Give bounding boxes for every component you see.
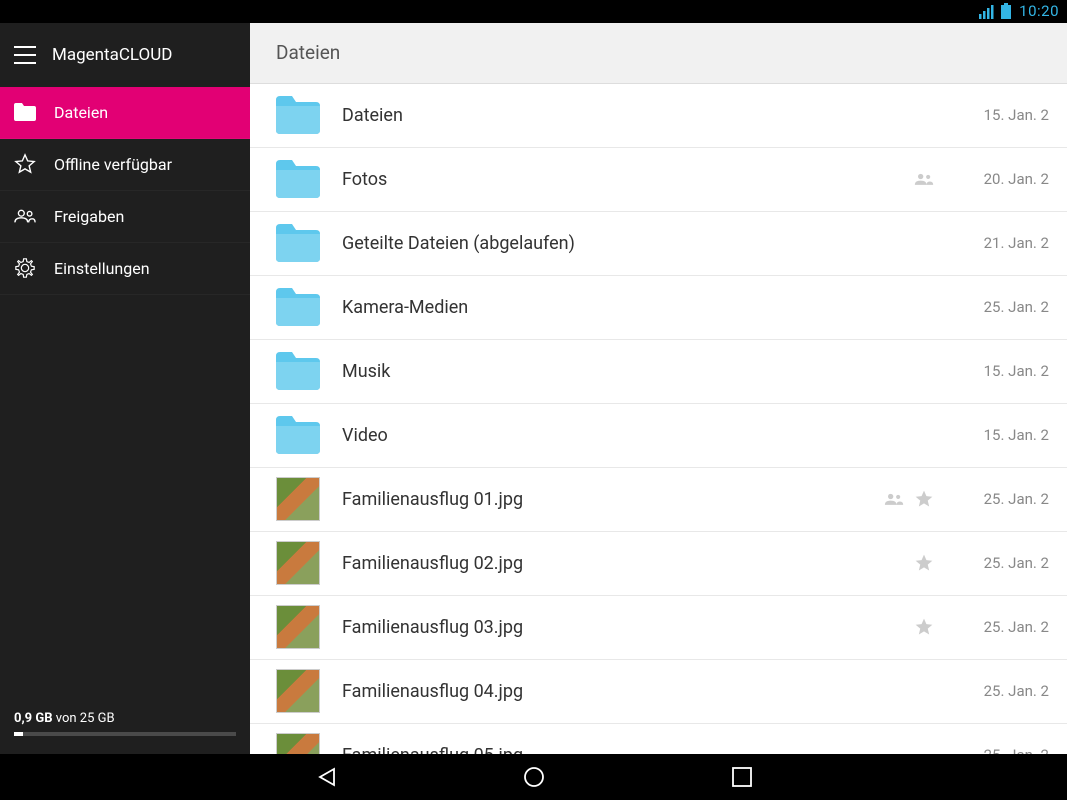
file-name: Kamera-Medien <box>342 297 944 318</box>
storage-sep: von <box>53 711 80 726</box>
home-button[interactable] <box>520 763 548 791</box>
battery-icon <box>1001 3 1011 19</box>
shared-icon <box>914 169 934 189</box>
file-meta: 25. Jan. 2 <box>944 682 1049 700</box>
recent-button[interactable] <box>728 763 756 791</box>
file-name: Familienausflug 02.jpg <box>342 553 914 574</box>
file-name: Dateien <box>342 105 944 126</box>
folder-icon <box>276 221 320 265</box>
people-icon <box>14 205 36 227</box>
folder-icon <box>276 157 320 201</box>
file-meta: 25. Jan. 2 <box>884 489 1049 509</box>
file-row[interactable]: Familienausflug 01.jpg 25. Jan. 2 <box>250 468 1067 532</box>
file-row[interactable]: Familienausflug 03.jpg 25. Jan. 2 <box>250 596 1067 660</box>
storage-bar-fill <box>14 732 23 736</box>
file-meta: 15. Jan. 2 <box>944 426 1049 444</box>
image-thumbnail <box>276 605 320 649</box>
file-date: 15. Jan. 2 <box>984 426 1049 444</box>
file-row[interactable]: Familienausflug 05.jpg 25. Jan. 2 <box>250 724 1067 754</box>
file-row[interactable]: Familienausflug 02.jpg 25. Jan. 2 <box>250 532 1067 596</box>
star-icon <box>14 153 36 175</box>
file-meta: 25. Jan. 2 <box>944 298 1049 316</box>
file-row[interactable]: Dateien 15. Jan. 2 <box>250 84 1067 148</box>
content: Dateien Dateien 15. Jan. 2 Fotos 20. Jan. 2… <box>250 23 1067 754</box>
storage-used: 0,9 GB <box>14 711 53 726</box>
folder-icon <box>276 349 320 393</box>
file-date: 25. Jan. 2 <box>984 618 1049 636</box>
sidebar-item-freigaben[interactable]: Freigaben <box>0 191 250 243</box>
star-icon[interactable] <box>914 617 934 637</box>
storage-total: 25 GB <box>80 711 115 726</box>
sidebar-item-offline[interactable]: Offline verfügbar <box>0 139 250 191</box>
back-button[interactable] <box>312 763 340 791</box>
file-name: Familienausflug 05.jpg <box>342 745 944 754</box>
file-row[interactable]: Kamera-Medien 25. Jan. 2 <box>250 276 1067 340</box>
file-meta: 21. Jan. 2 <box>944 234 1049 252</box>
image-thumbnail <box>276 733 320 754</box>
image-thumbnail <box>276 541 320 585</box>
sidebar-item-label: Dateien <box>54 103 108 122</box>
storage-text: 0,9 GB von 25 GB <box>14 711 236 726</box>
star-icon[interactable] <box>914 489 934 509</box>
file-meta: 25. Jan. 2 <box>914 553 1049 573</box>
file-meta: 15. Jan. 2 <box>944 362 1049 380</box>
file-meta: 25. Jan. 2 <box>914 617 1049 637</box>
image-thumbnail <box>276 477 320 521</box>
sidebar-item-label: Freigaben <box>54 207 124 226</box>
sidebar-item-dateien[interactable]: Dateien <box>0 87 250 139</box>
folder-icon <box>276 413 320 457</box>
sidebar-item-label: Offline verfügbar <box>54 155 172 174</box>
file-date: 21. Jan. 2 <box>984 234 1049 252</box>
file-row[interactable]: Fotos 20. Jan. 2 <box>250 148 1067 212</box>
file-name: Musik <box>342 361 944 382</box>
file-date: 25. Jan. 2 <box>984 746 1049 754</box>
file-name: Familienausflug 04.jpg <box>342 681 944 702</box>
star-icon[interactable] <box>914 553 934 573</box>
app-title: MagentaCLOUD <box>52 45 172 65</box>
signal-icon <box>979 3 995 19</box>
file-name: Familienausflug 03.jpg <box>342 617 914 638</box>
file-date: 15. Jan. 2 <box>984 106 1049 124</box>
file-name: Familienausflug 01.jpg <box>342 489 884 510</box>
file-date: 20. Jan. 2 <box>984 170 1049 188</box>
file-list: Dateien 15. Jan. 2 Fotos 20. Jan. 2 Geteilte… <box>250 84 1067 754</box>
image-thumbnail <box>276 669 320 713</box>
status-time: 10:20 <box>1019 2 1059 20</box>
storage-bar <box>14 732 236 736</box>
file-row[interactable]: Video 15. Jan. 2 <box>250 404 1067 468</box>
file-meta: 25. Jan. 2 <box>944 746 1049 754</box>
file-meta: 15. Jan. 2 <box>944 106 1049 124</box>
file-row[interactable]: Geteilte Dateien (abgelaufen) 21. Jan. 2 <box>250 212 1067 276</box>
gear-icon <box>14 257 36 279</box>
sidebar: MagentaCLOUD Dateien Offline verfügbar <box>0 23 250 754</box>
file-date: 25. Jan. 2 <box>984 298 1049 316</box>
file-date: 25. Jan. 2 <box>984 490 1049 508</box>
file-name: Video <box>342 425 944 446</box>
file-date: 25. Jan. 2 <box>984 554 1049 572</box>
folder-icon <box>276 93 320 137</box>
storage-indicator: 0,9 GB von 25 GB <box>0 701 250 754</box>
file-date: 15. Jan. 2 <box>984 362 1049 380</box>
folder-icon <box>14 101 36 123</box>
file-meta: 20. Jan. 2 <box>914 169 1049 189</box>
file-row[interactable]: Familienausflug 04.jpg 25. Jan. 2 <box>250 660 1067 724</box>
sidebar-header: MagentaCLOUD <box>0 23 250 87</box>
sidebar-item-einstellungen[interactable]: Einstellungen <box>0 243 250 295</box>
sidebar-item-label: Einstellungen <box>54 259 150 278</box>
folder-icon <box>276 285 320 329</box>
status-bar: 10:20 <box>0 0 1067 23</box>
file-name: Fotos <box>342 169 914 190</box>
file-row[interactable]: Musik 15. Jan. 2 <box>250 340 1067 404</box>
file-date: 25. Jan. 2 <box>984 682 1049 700</box>
android-navbar <box>0 754 1067 800</box>
sidebar-nav: Dateien Offline verfügbar Freigaben <box>0 87 250 701</box>
content-title: Dateien <box>250 23 1067 84</box>
file-name: Geteilte Dateien (abgelaufen) <box>342 233 944 254</box>
shared-icon <box>884 489 904 509</box>
hamburger-icon[interactable] <box>14 44 36 66</box>
